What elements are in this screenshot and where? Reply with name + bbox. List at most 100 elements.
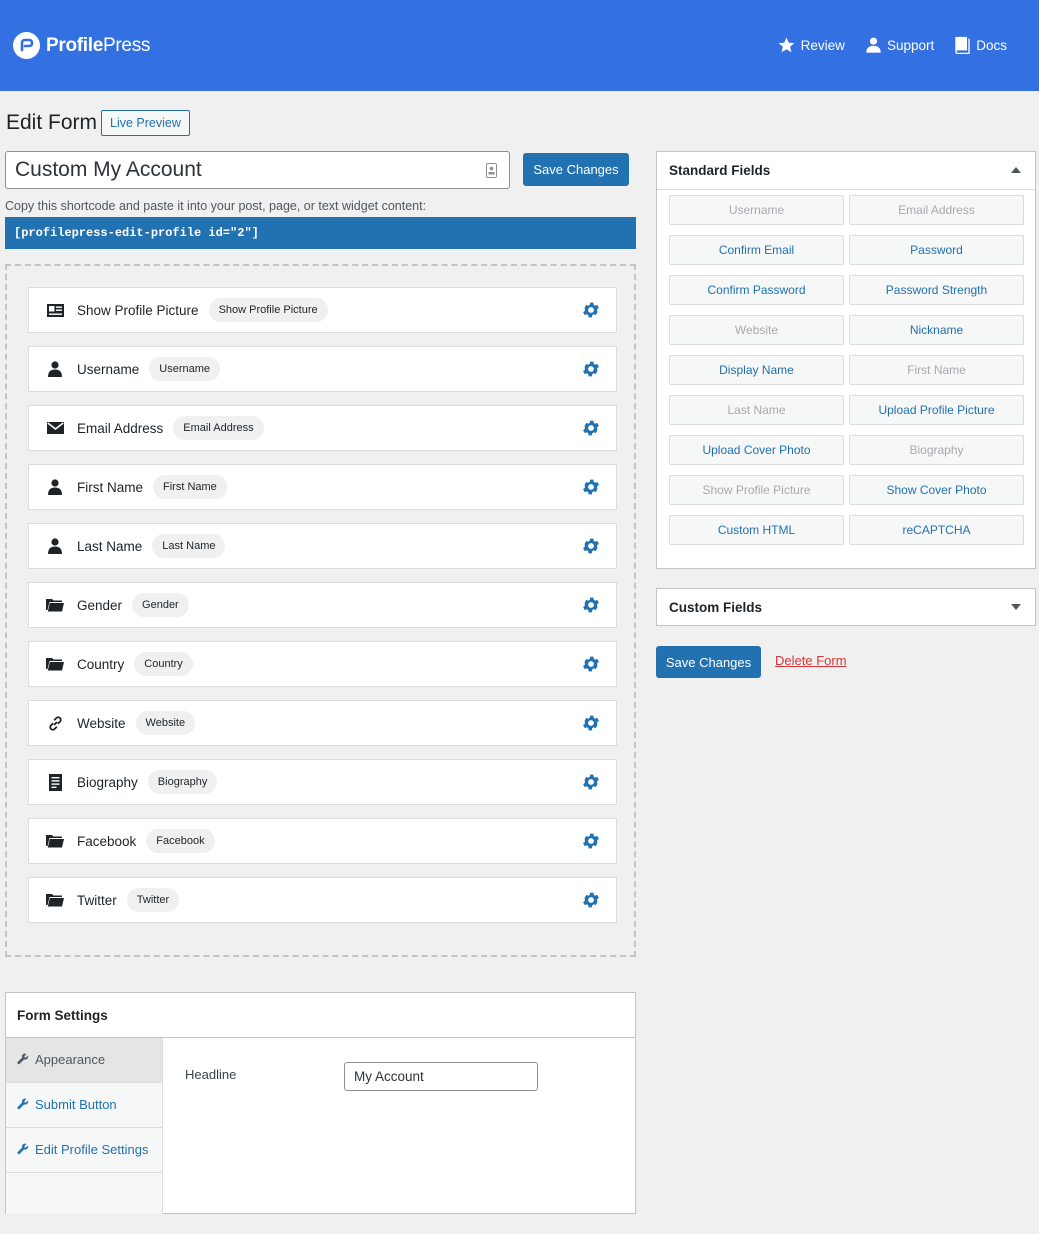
field-row-email-address[interactable]: Email Address Email Address [28, 405, 617, 451]
tab-edit-profile-settings[interactable]: Edit Profile Settings [6, 1128, 162, 1173]
gear-icon[interactable] [581, 654, 601, 674]
top-bar: ProfilePress Review Support Docs [0, 0, 1039, 91]
std-field-custom-html[interactable]: Custom HTML [669, 515, 844, 545]
form-name-input[interactable]: Custom My Account [5, 151, 510, 189]
field-label: Show Profile Picture [77, 302, 199, 318]
field-row-biography[interactable]: Biography Biography [28, 759, 617, 805]
field-tag: Facebook [146, 829, 215, 853]
tab-appearance[interactable]: Appearance [6, 1038, 162, 1083]
document-icon [46, 773, 64, 791]
field-tag: Email Address [173, 416, 264, 440]
headline-label: Headline [185, 1067, 237, 1082]
field-row-facebook[interactable]: Facebook Facebook [28, 818, 617, 864]
profilepress-logo[interactable]: ProfilePress [13, 32, 150, 59]
std-field-nickname[interactable]: Nickname [849, 315, 1024, 345]
field-label: Email Address [77, 420, 164, 436]
standard-fields-header[interactable]: Standard Fields [657, 152, 1035, 190]
std-field-username[interactable]: Username [669, 195, 844, 225]
save-changes-button[interactable]: Save Changes [523, 153, 629, 186]
gear-icon[interactable] [581, 359, 601, 379]
form-field-builder: Show Profile Picture Show Profile Pictur… [5, 264, 636, 957]
std-field-upload-profile-picture[interactable]: Upload Profile Picture [849, 395, 1024, 425]
form-name-value: Custom My Account [15, 158, 202, 181]
field-label: Website [77, 715, 126, 731]
field-row-gender[interactable]: Gender Gender [28, 582, 617, 628]
review-link[interactable]: Review [777, 36, 845, 54]
folder-icon [46, 893, 64, 907]
field-row-country[interactable]: Country Country [28, 641, 617, 687]
book-icon [955, 36, 970, 54]
headline-input[interactable]: My Account [344, 1062, 538, 1091]
live-preview-button[interactable]: Live Preview [101, 110, 190, 136]
std-field-confirm-password[interactable]: Confirm Password [669, 275, 844, 305]
std-field-website[interactable]: Website [669, 315, 844, 345]
envelope-icon [46, 422, 64, 434]
wrench-icon [17, 1053, 29, 1065]
std-field-display-name[interactable]: Display Name [669, 355, 844, 385]
field-row-website[interactable]: Website Website [28, 700, 617, 746]
title-row: Edit Form Live Preview [6, 110, 190, 136]
custom-fields-panel: Custom Fields [656, 588, 1036, 626]
field-label: Facebook [77, 833, 137, 849]
field-tag: Country [134, 652, 193, 676]
form-settings-panel: Form Settings Appearance Submit Button E… [5, 992, 636, 1214]
field-label: Last Name [77, 538, 143, 554]
header-links: Review Support Docs [757, 36, 1007, 54]
gear-icon[interactable] [581, 831, 601, 851]
std-field-show-profile-picture[interactable]: Show Profile Picture [669, 475, 844, 505]
gear-icon[interactable] [581, 772, 601, 792]
field-row-last-name[interactable]: Last Name Last Name [28, 523, 617, 569]
field-tag: First Name [153, 475, 227, 499]
field-label: Biography [77, 774, 138, 790]
form-settings-title: Form Settings [6, 993, 635, 1038]
std-field-first-name[interactable]: First Name [849, 355, 1024, 385]
wrench-icon [17, 1143, 29, 1155]
save-changes-bottom-button[interactable]: Save Changes [656, 646, 761, 678]
gear-icon[interactable] [581, 536, 601, 556]
field-label: First Name [77, 479, 144, 495]
field-tag: Last Name [152, 534, 226, 558]
support-link[interactable]: Support [865, 36, 934, 54]
field-tag: Gender [132, 593, 189, 617]
std-field-confirm-email[interactable]: Confirm Email [669, 235, 844, 265]
gear-icon[interactable] [581, 300, 601, 320]
user-icon [46, 479, 64, 495]
field-label: Country [77, 656, 125, 672]
user-icon [46, 538, 64, 554]
field-row-first-name[interactable]: First Name First Name [28, 464, 617, 510]
std-field-password[interactable]: Password [849, 235, 1024, 265]
shortcode-box[interactable]: [profilepress-edit-profile id="2"] [5, 217, 636, 249]
folder-icon [46, 834, 64, 848]
field-row-show-profile-picture[interactable]: Show Profile Picture Show Profile Pictur… [28, 287, 617, 333]
star-icon [778, 37, 795, 53]
tab-submit-button[interactable]: Submit Button [6, 1083, 162, 1128]
gear-icon[interactable] [581, 890, 601, 910]
field-row-username[interactable]: Username Username [28, 346, 617, 392]
folder-icon [46, 657, 64, 671]
page-title: Edit Form [6, 111, 98, 134]
link-icon [46, 715, 64, 732]
std-field-recaptcha[interactable]: reCAPTCHA [849, 515, 1024, 545]
field-tag: Username [149, 357, 221, 381]
gear-icon[interactable] [581, 418, 601, 438]
wrench-icon [17, 1098, 29, 1110]
field-row-twitter[interactable]: Twitter Twitter [28, 877, 617, 923]
delete-form-link[interactable]: Delete Form [775, 653, 847, 668]
std-field-upload-cover-photo[interactable]: Upload Cover Photo [669, 435, 844, 465]
std-field-password-strength[interactable]: Password Strength [849, 275, 1024, 305]
brand-name: ProfilePress [46, 34, 151, 56]
gear-icon[interactable] [581, 713, 601, 733]
std-field-biography[interactable]: Biography [849, 435, 1024, 465]
caret-down-icon[interactable] [1011, 604, 1021, 610]
custom-fields-header[interactable]: Custom Fields [657, 589, 1035, 625]
std-field-last-name[interactable]: Last Name [669, 395, 844, 425]
docs-link[interactable]: Docs [954, 36, 1007, 54]
shortcode-hint: Copy this shortcode and paste it into yo… [5, 199, 427, 213]
folder-icon [46, 598, 64, 612]
gear-icon[interactable] [581, 595, 601, 615]
std-field-show-cover-photo[interactable]: Show Cover Photo [849, 475, 1024, 505]
std-field-email-address[interactable]: Email Address [849, 195, 1024, 225]
caret-up-icon[interactable] [1011, 167, 1021, 173]
user-icon [866, 37, 881, 53]
gear-icon[interactable] [581, 477, 601, 497]
